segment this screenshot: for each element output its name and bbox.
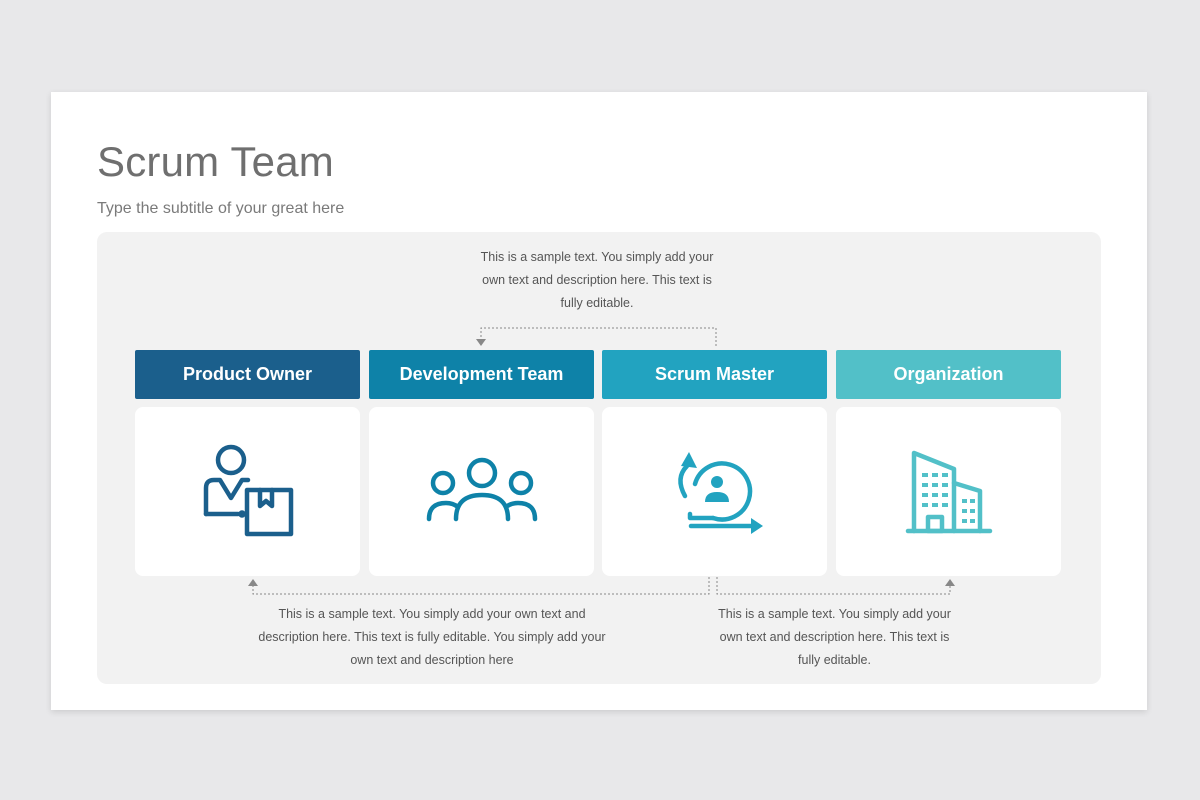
card-product-owner	[135, 407, 360, 576]
scrum-cycle-icon	[665, 444, 765, 540]
header-label: Product Owner	[182, 364, 312, 384]
header-development-team: Development Team	[369, 350, 594, 399]
connector-bottom-right	[716, 577, 951, 595]
connector-top	[480, 327, 717, 346]
connector-bottom-left	[252, 577, 710, 595]
note-bottom-left: This is a sample text. You simply add yo…	[258, 607, 606, 667]
arrow-bottom-right	[945, 579, 955, 586]
header-label: Development Team	[399, 364, 564, 384]
card-scrum-master	[602, 407, 827, 576]
card-organization	[836, 407, 1061, 576]
diagram-panel: This is a sample text. You simply add yo…	[97, 232, 1101, 684]
header-label: Scrum Master	[654, 364, 775, 384]
arrow-top	[476, 339, 486, 346]
building-icon	[904, 447, 994, 537]
header-label: Organization	[893, 364, 1004, 384]
product-owner-icon	[198, 442, 298, 542]
header-organization: Organization	[836, 350, 1061, 399]
header-product-owner: Product Owner	[135, 350, 360, 399]
note-top: This is a sample text. You simply add yo…	[480, 250, 714, 310]
team-icon	[426, 457, 538, 527]
note-bottom-right: This is a sample text. You simply add yo…	[718, 607, 951, 667]
card-development-team	[369, 407, 594, 576]
slide-subtitle: Type the subtitle of your great here	[97, 200, 345, 217]
arrow-bottom-left	[248, 579, 258, 586]
slide-title: Scrum Team	[97, 138, 334, 185]
slide: Scrum Team Type the subtitle of your gre…	[51, 92, 1147, 710]
header-scrum-master: Scrum Master	[602, 350, 827, 399]
